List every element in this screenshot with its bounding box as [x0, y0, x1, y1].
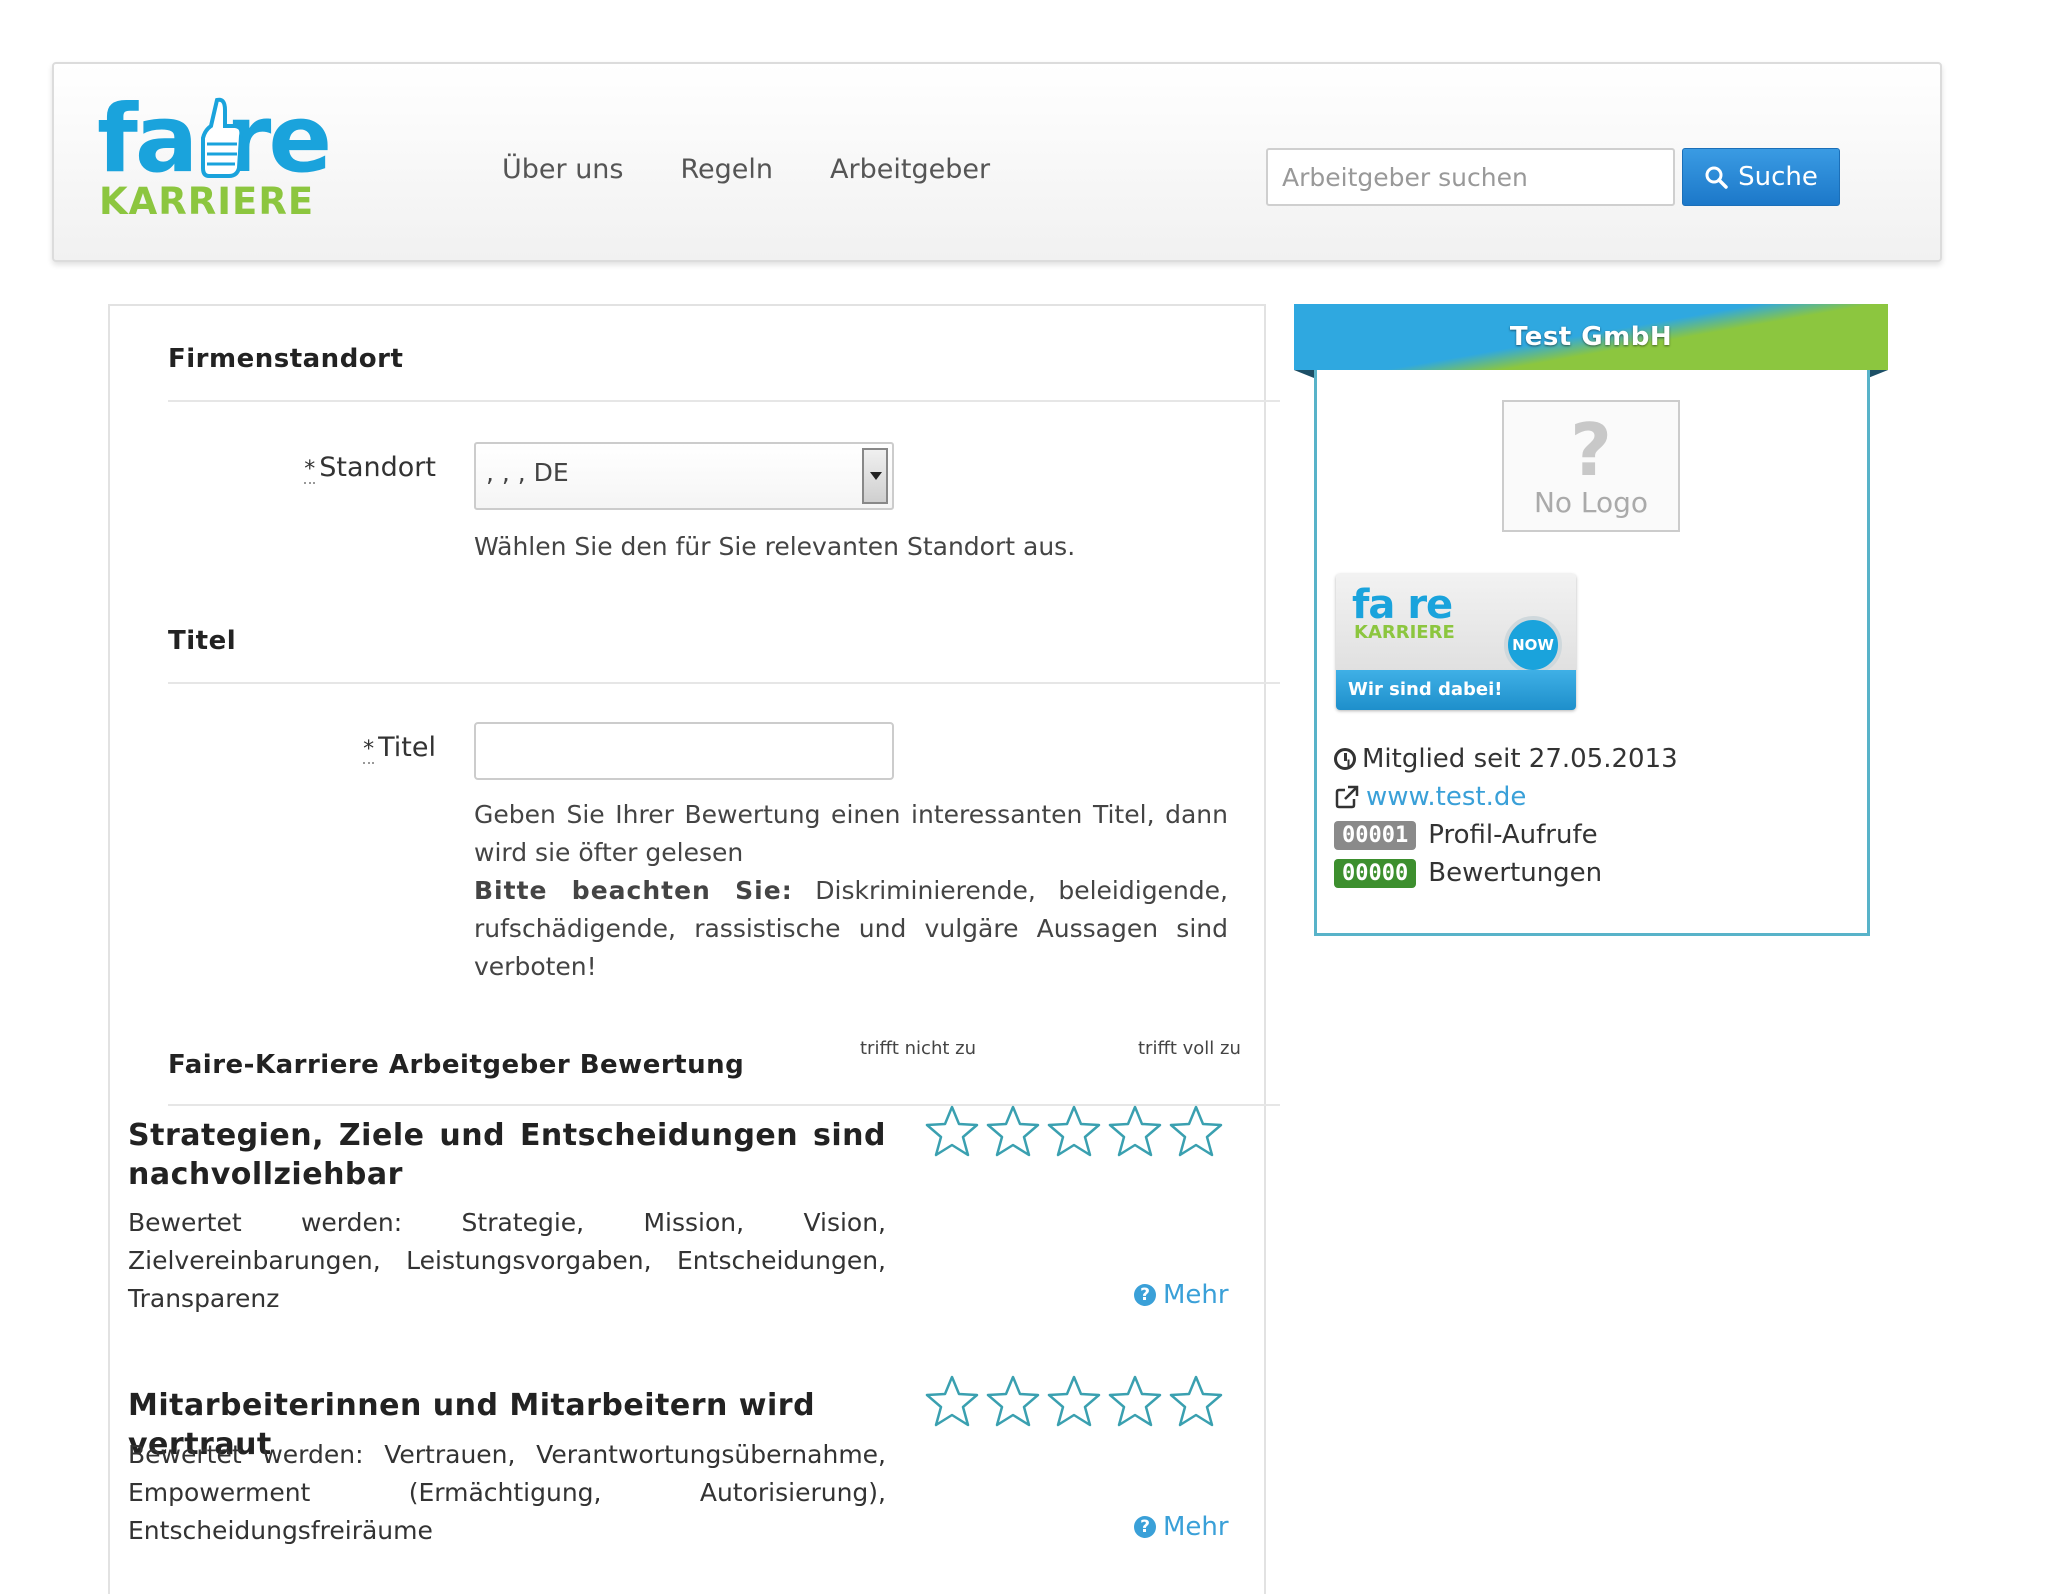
criterion-description: Bewertet werden: Strategie, Mission, Vis…	[128, 1208, 886, 1313]
required-marker: *	[363, 737, 375, 764]
star-icon[interactable]	[985, 1104, 1041, 1160]
location-select[interactable]: , , , DE	[474, 442, 894, 510]
profile-views-count: 00001	[1334, 820, 1417, 850]
star-icon[interactable]	[1168, 1104, 1224, 1160]
member-badge[interactable]: fa re KARRIERE NOW Wir sind dabei!	[1336, 574, 1576, 710]
location-help-text: Wählen Sie den für Sie relevanten Stando…	[474, 532, 1076, 561]
member-since-text: Mitglied seit 27.05.2013	[1362, 744, 1678, 774]
more-link[interactable]: ? Mehr	[1134, 1512, 1229, 1542]
star-icon[interactable]	[924, 1374, 980, 1430]
company-website-link[interactable]: www.test.de	[1366, 782, 1526, 812]
star-icon[interactable]	[1046, 1104, 1102, 1160]
warning-label: Bitte beachten Sie:	[474, 876, 793, 905]
nav-item-employers[interactable]: Arbeitgeber	[830, 154, 990, 185]
title-divider	[168, 682, 1280, 684]
clock-icon	[1334, 748, 1356, 770]
star-rating	[924, 1374, 1224, 1430]
top-navbar: fa re KARRIERE Über uns Regeln Arbeitgeb…	[52, 62, 1942, 262]
profile-views-row: 00001 Profil-Aufrufe	[1334, 820, 1598, 850]
title-section-title: Titel	[168, 626, 237, 656]
search-button[interactable]: Suche	[1682, 148, 1840, 206]
search-button-label: Suche	[1738, 162, 1818, 192]
star-icon[interactable]	[1046, 1374, 1102, 1430]
star-icon[interactable]	[1107, 1374, 1163, 1430]
star-icon[interactable]	[985, 1374, 1041, 1430]
location-divider	[168, 400, 1280, 402]
nav-item-about[interactable]: Über uns	[502, 154, 624, 185]
location-section-title: Firmenstandort	[168, 344, 404, 374]
reviews-label: Bewertungen	[1428, 858, 1603, 888]
location-label: * Standort	[304, 452, 436, 484]
star-rating	[924, 1104, 1224, 1160]
criterion-description: Bewertet werden: Vertrauen, Verantwortun…	[128, 1440, 886, 1545]
badge-tagline: Wir sind dabei!	[1336, 670, 1576, 710]
member-since-row: Mitglied seit 27.05.2013	[1334, 744, 1678, 774]
main-nav: Über uns Regeln Arbeitgeber	[502, 154, 1047, 185]
scale-low-label: trifft nicht zu	[860, 1038, 976, 1059]
title-label: * Titel	[363, 732, 436, 764]
star-icon[interactable]	[1107, 1104, 1163, 1160]
website-row: www.test.de	[1334, 782, 1526, 812]
thumbs-up-icon	[201, 97, 244, 178]
faire-karriere-logo[interactable]: fa re KARRIERE	[97, 90, 367, 223]
logo-subtitle: KARRIERE	[99, 180, 315, 223]
title-help-text: Geben Sie Ihrer Bewertung einen interess…	[474, 800, 1228, 981]
company-name-ribbon: Test GmbH	[1294, 304, 1888, 370]
question-circle-icon: ?	[1134, 1516, 1156, 1538]
reviews-row: 00000 Bewertungen	[1334, 858, 1602, 888]
nav-item-rules[interactable]: Regeln	[681, 154, 774, 185]
profile-views-label: Profil-Aufrufe	[1428, 820, 1598, 850]
location-select-value: , , , DE	[486, 458, 569, 487]
now-badge-icon: NOW	[1504, 616, 1562, 674]
badge-logo-subtitle: KARRIERE	[1354, 622, 1455, 643]
search-icon	[1705, 166, 1728, 189]
reviews-count: 00000	[1334, 858, 1417, 888]
required-marker: *	[304, 457, 316, 484]
question-circle-icon: ?	[1134, 1284, 1156, 1306]
question-mark-icon: ?	[1570, 407, 1612, 492]
rating-section-title: Faire-Karriere Arbeitgeber Bewertung	[168, 1050, 745, 1080]
company-name: Test GmbH	[1509, 322, 1673, 352]
select-arrow-icon[interactable]	[862, 448, 888, 504]
star-icon[interactable]	[1168, 1374, 1224, 1430]
scale-high-label: trifft voll zu	[1138, 1038, 1241, 1059]
title-input[interactable]	[474, 722, 894, 780]
star-icon[interactable]	[924, 1104, 980, 1160]
ribbon-fold	[1868, 370, 1888, 378]
ribbon-fold	[1294, 370, 1314, 378]
company-logo-placeholder: ? No Logo	[1502, 400, 1680, 532]
external-link-icon	[1335, 785, 1359, 809]
criterion-title: Strategien, Ziele und Entscheidungen sin…	[128, 1118, 886, 1192]
employer-search-input[interactable]	[1266, 148, 1675, 206]
more-link[interactable]: ? Mehr	[1134, 1280, 1229, 1310]
